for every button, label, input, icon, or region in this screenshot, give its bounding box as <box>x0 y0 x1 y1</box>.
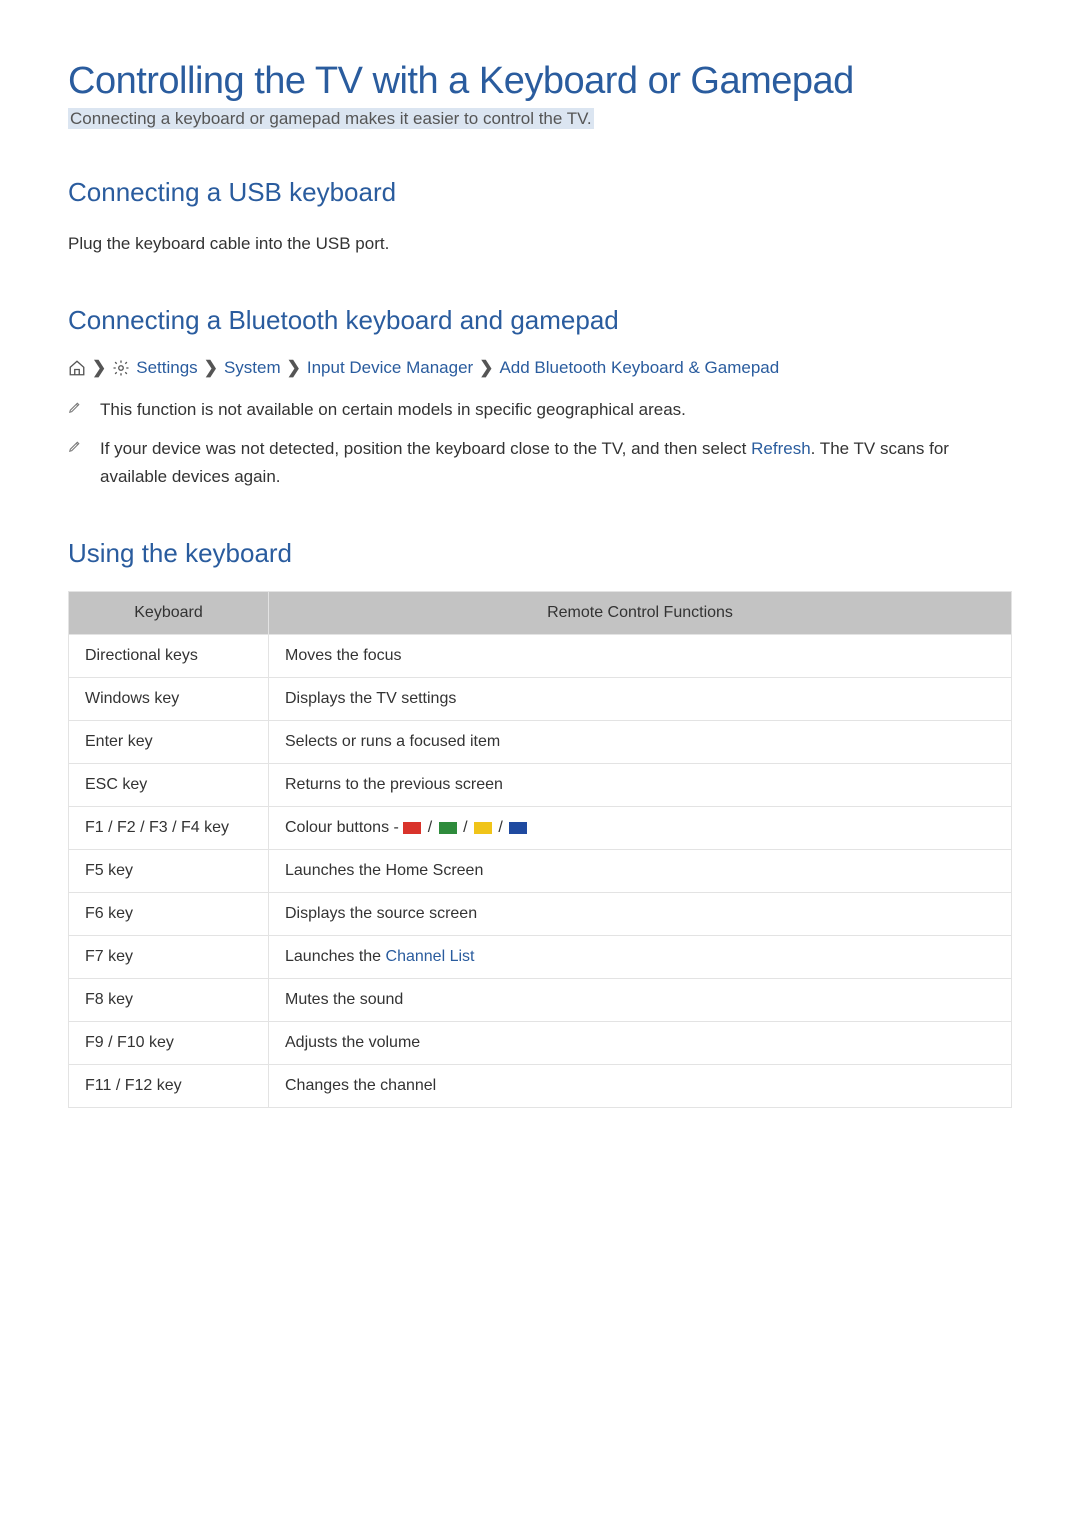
note-list: This function is not available on certai… <box>68 396 1012 490</box>
table-row: F8 keyMutes the sound <box>69 978 1012 1021</box>
table-cell-function: Changes the channel <box>269 1064 1012 1107</box>
table-cell-function: Displays the TV settings <box>269 677 1012 720</box>
section-usb-keyboard: Connecting a USB keyboard Plug the keybo… <box>68 177 1012 257</box>
note-text: This function is not available on certai… <box>100 396 686 423</box>
separator: / <box>494 819 507 836</box>
chevron-icon: ❯ <box>479 358 493 378</box>
table-cell-keyboard: F11 / F12 key <box>69 1064 269 1107</box>
section-using-heading: Using the keyboard <box>68 538 1012 569</box>
section-using-keyboard: Using the keyboard Keyboard Remote Contr… <box>68 538 1012 1108</box>
table-row: Windows keyDisplays the TV settings <box>69 677 1012 720</box>
table-cell-function: Mutes the sound <box>269 978 1012 1021</box>
page-title: Controlling the TV with a Keyboard or Ga… <box>68 60 1012 103</box>
table-cell-function: Adjusts the volume <box>269 1021 1012 1064</box>
cell-text: Colour buttons - <box>285 819 403 836</box>
note-text: If your device was not detected, positio… <box>100 435 1012 489</box>
table-cell-function: Colour buttons - / / / <box>269 806 1012 849</box>
table-row: F9 / F10 keyAdjusts the volume <box>69 1021 1012 1064</box>
table-row: ESC keyReturns to the previous screen <box>69 763 1012 806</box>
home-icon <box>68 359 86 377</box>
channel-list-link[interactable]: Channel List <box>386 948 475 965</box>
table-cell-function: Returns to the previous screen <box>269 763 1012 806</box>
cell-text: Launches the <box>285 948 386 965</box>
breadcrumb-settings[interactable]: Settings <box>136 358 197 378</box>
pencil-icon <box>68 437 82 457</box>
chevron-icon: ❯ <box>204 358 218 378</box>
table-row: F5 keyLaunches the Home Screen <box>69 849 1012 892</box>
separator: / <box>459 819 472 836</box>
table-cell-keyboard: ESC key <box>69 763 269 806</box>
section-usb-text: Plug the keyboard cable into the USB por… <box>68 230 1012 257</box>
chevron-icon: ❯ <box>92 358 106 378</box>
pencil-icon <box>68 398 82 418</box>
refresh-link[interactable]: Refresh <box>751 439 811 458</box>
note-text-pre: If your device was not detected, positio… <box>100 439 751 458</box>
breadcrumb: ❯ Settings ❯ System ❯ Input Device Manag… <box>68 358 1012 378</box>
breadcrumb-add-bluetooth[interactable]: Add Bluetooth Keyboard & Gamepad <box>499 358 779 378</box>
table-cell-function: Launches the Home Screen <box>269 849 1012 892</box>
separator: / <box>423 819 436 836</box>
table-row: F1 / F2 / F3 / F4 keyColour buttons - / … <box>69 806 1012 849</box>
table-cell-keyboard: Windows key <box>69 677 269 720</box>
table-row: F11 / F12 keyChanges the channel <box>69 1064 1012 1107</box>
table-header-row: Keyboard Remote Control Functions <box>69 591 1012 634</box>
table-cell-function: Moves the focus <box>269 634 1012 677</box>
table-cell-function: Launches the Channel List <box>269 935 1012 978</box>
table-cell-keyboard: F8 key <box>69 978 269 1021</box>
page-subtitle: Connecting a keyboard or gamepad makes i… <box>68 108 594 129</box>
blue-color-icon <box>509 822 527 834</box>
chevron-icon: ❯ <box>287 358 301 378</box>
table-row: Directional keysMoves the focus <box>69 634 1012 677</box>
table-cell-keyboard: Directional keys <box>69 634 269 677</box>
keyboard-functions-table: Keyboard Remote Control Functions Direct… <box>68 591 1012 1108</box>
table-cell-keyboard: F5 key <box>69 849 269 892</box>
green-color-icon <box>439 822 457 834</box>
breadcrumb-system[interactable]: System <box>224 358 281 378</box>
table-cell-function: Displays the source screen <box>269 892 1012 935</box>
note-item: If your device was not detected, positio… <box>68 435 1012 489</box>
table-cell-keyboard: F1 / F2 / F3 / F4 key <box>69 806 269 849</box>
table-row: Enter keySelects or runs a focused item <box>69 720 1012 763</box>
yellow-color-icon <box>474 822 492 834</box>
section-bluetooth: Connecting a Bluetooth keyboard and game… <box>68 305 1012 490</box>
table-cell-keyboard: F9 / F10 key <box>69 1021 269 1064</box>
breadcrumb-input-device-manager[interactable]: Input Device Manager <box>307 358 473 378</box>
section-usb-heading: Connecting a USB keyboard <box>68 177 1012 208</box>
section-bt-heading: Connecting a Bluetooth keyboard and game… <box>68 305 1012 336</box>
table-cell-keyboard: F6 key <box>69 892 269 935</box>
table-header-keyboard: Keyboard <box>69 591 269 634</box>
table-cell-keyboard: Enter key <box>69 720 269 763</box>
table-cell-keyboard: F7 key <box>69 935 269 978</box>
red-color-icon <box>403 822 421 834</box>
table-cell-function: Selects or runs a focused item <box>269 720 1012 763</box>
table-row: F7 keyLaunches the Channel List <box>69 935 1012 978</box>
table-row: F6 keyDisplays the source screen <box>69 892 1012 935</box>
note-item: This function is not available on certai… <box>68 396 1012 423</box>
table-header-functions: Remote Control Functions <box>269 591 1012 634</box>
gear-icon <box>112 359 130 377</box>
